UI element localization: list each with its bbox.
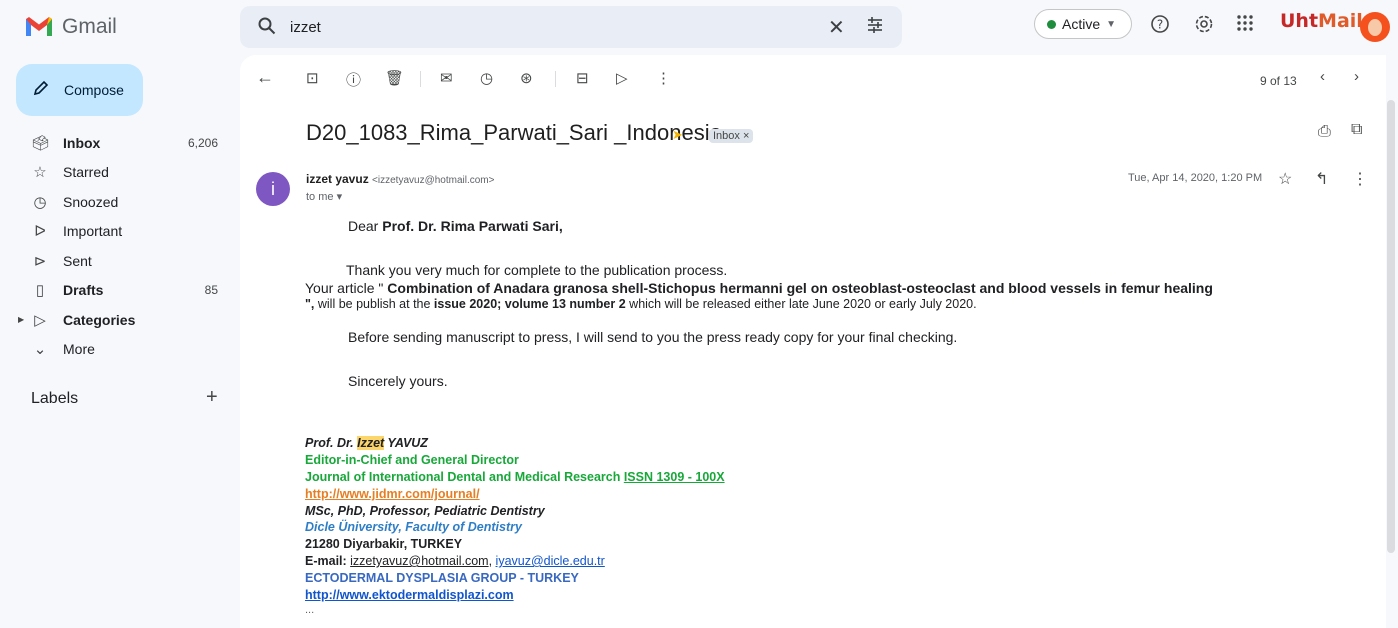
svg-text:?: ? [1157, 18, 1163, 32]
more-vert-icon[interactable]: ⋮ [1352, 169, 1368, 189]
article-line: Your article " Combination of Anadara gr… [305, 280, 1213, 296]
email-link-dicle[interactable]: iyavuz@dicle.edu.tr [496, 554, 605, 568]
label-icon[interactable]: ▷ [616, 69, 628, 87]
signature-journal: Journal of International Dental and Medi… [305, 470, 725, 484]
greeting: Dear Prof. Dr. Rima Parwati Sari, [348, 218, 563, 234]
issn-link[interactable]: ISSN 1309 - 100X [624, 470, 725, 484]
inbox-label-chip[interactable]: Inbox × [709, 129, 754, 143]
caret-right-icon[interactable]: ▶ [18, 315, 24, 324]
report-spam-icon[interactable]: ⓘ [346, 69, 361, 90]
trimmed-content-ellipsis[interactable]: ... [305, 604, 314, 616]
active-dot-icon [1047, 19, 1056, 29]
signature-group: ECTODERMAL DYSPLASIA GROUP - TURKEY [305, 571, 579, 585]
sidebar-item-drafts[interactable]: ▯ Drafts 85 [0, 276, 240, 306]
signature-university: Dicle Üniversity, Faculty of Dentistry [305, 520, 522, 534]
draft-icon: ▯ [35, 282, 45, 300]
inbox-icon: 🗳 [31, 134, 51, 152]
sender-line: izzet yavuz <izzetyavuz@hotmail.com> [306, 172, 494, 186]
sidebar-nav: 🗳 Inbox 6,206 ☆ Starred ◷ Snoozed ᐅ Impo… [0, 128, 240, 364]
labels-heading: Labels [31, 390, 79, 407]
sidebar-item-more[interactable]: ⌄ More [0, 335, 240, 365]
group-url-link[interactable]: http://www.ektodermaldisplazi.com [305, 588, 514, 602]
compose-button[interactable]: Compose [16, 64, 143, 116]
message-pane: ← ⊡ ⓘ 🗑 ✉ ◷ ⊛ ⊟ ▷ ⋮ 9 of 13 ‹ › D20_1083… [240, 55, 1386, 628]
add-label-icon[interactable]: + [206, 386, 218, 409]
recipient-toggle[interactable]: to me ▾ [306, 190, 342, 203]
chevron-right-icon[interactable]: › [1354, 68, 1359, 85]
important-marker-icon[interactable]: ➤ [672, 127, 683, 143]
move-to-icon[interactable]: ⊟ [576, 69, 589, 87]
gmail-wordmark: Gmail [62, 15, 117, 38]
signature-email: E-mail: izzetyavuz@hotmail.com, iyavuz@d… [305, 554, 605, 568]
sender-email: <izzetyavuz@hotmail.com> [372, 175, 495, 186]
send-icon: ⊳ [33, 252, 47, 270]
message-toolbar: ← ⊡ ⓘ 🗑 ✉ ◷ ⊛ ⊟ ▷ ⋮ 9 of 13 ‹ › [240, 55, 1386, 101]
add-task-icon[interactable]: ⊛ [520, 69, 533, 87]
search-icon[interactable] [258, 17, 276, 40]
thanks-line: Thank you very much for complete to the … [346, 262, 728, 278]
caret-down-icon: ▼ [1106, 18, 1117, 30]
publish-line: ", will be publish at the issue 2020; vo… [305, 297, 977, 311]
snooze-icon[interactable]: ◷ [480, 69, 493, 87]
sidebar-item-sent[interactable]: ⊳ Sent [0, 246, 240, 276]
sidebar-item-inbox[interactable]: 🗳 Inbox 6,206 [0, 128, 240, 158]
sidebar-item-important[interactable]: ᐅ Important [0, 217, 240, 247]
signature-name: Prof. Dr. Izzet YAVUZ [305, 436, 428, 450]
status-label: Active [1062, 16, 1101, 32]
uhtmail-logo[interactable]: UhtMail [1280, 10, 1363, 32]
account-avatar[interactable] [1360, 12, 1390, 42]
pencil-icon [32, 79, 54, 102]
sidebar-item-categories[interactable]: ▶ ▷ Categories [0, 305, 240, 335]
pager-count: 9 of 13 [1260, 74, 1297, 88]
signature-degrees: MSc, PhD, Professor, Pediatric Dentistry [305, 504, 545, 518]
before-line: Before sending manuscript to press, I wi… [348, 329, 958, 345]
settings-gear-icon[interactable] [1194, 14, 1214, 39]
chevron-left-icon[interactable]: ‹ [1320, 68, 1325, 85]
sidebar-item-snoozed[interactable]: ◷ Snoozed [0, 187, 240, 217]
star-icon[interactable]: ☆ [1278, 169, 1292, 189]
tune-icon[interactable] [866, 16, 884, 39]
gmail-m-icon [26, 17, 52, 36]
mark-unread-icon[interactable]: ✉ [440, 69, 453, 87]
sidebar-item-starred[interactable]: ☆ Starred [0, 158, 240, 188]
email-link-hotmail[interactable]: izzetyavuz@hotmail.com [350, 554, 488, 568]
gmail-logo[interactable]: Gmail [24, 15, 117, 39]
important-icon: ᐅ [34, 223, 46, 241]
archive-icon[interactable]: ⊡ [306, 69, 319, 87]
closing-line: Sincerely yours. [348, 373, 448, 389]
search-input[interactable]: izzet [290, 19, 321, 36]
email-subject: D20_1083_Rima_Parwati_Sari _Indonesia [306, 120, 722, 145]
sender-avatar[interactable]: i [256, 172, 290, 206]
delete-icon[interactable]: 🗑 [385, 69, 404, 87]
compose-label: Compose [64, 82, 124, 98]
close-icon[interactable]: ✕ [828, 15, 845, 40]
signature-city: 21280 Diyarbakir, TURKEY [305, 537, 463, 551]
chevron-down-icon: ⌄ [33, 341, 47, 359]
open-new-window-icon[interactable]: ⧉ [1351, 121, 1362, 139]
journal-url-link[interactable]: http://www.jidmr.com/journal/ [305, 487, 480, 501]
signature-role: Editor-in-Chief and General Director [305, 453, 519, 467]
back-arrow-icon[interactable]: ← [256, 67, 274, 88]
print-icon[interactable]: ⎙ [1318, 123, 1331, 141]
scrollbar[interactable] [1387, 100, 1395, 553]
label-icon: ▷ [34, 311, 46, 329]
sender-name[interactable]: izzet yavuz [306, 172, 369, 186]
clock-icon: ◷ [33, 193, 47, 211]
help-icon[interactable]: ? [1150, 14, 1170, 39]
apps-grid-icon[interactable] [1236, 14, 1254, 37]
reply-icon[interactable]: ↰ [1315, 169, 1328, 189]
star-icon: ☆ [33, 164, 47, 182]
status-selector[interactable]: Active ▼ [1034, 9, 1132, 39]
message-date: Tue, Apr 14, 2020, 1:20 PM [1128, 172, 1263, 184]
search-bar[interactable]: izzet ✕ [240, 6, 902, 48]
more-vert-icon[interactable]: ⋮ [656, 69, 671, 87]
